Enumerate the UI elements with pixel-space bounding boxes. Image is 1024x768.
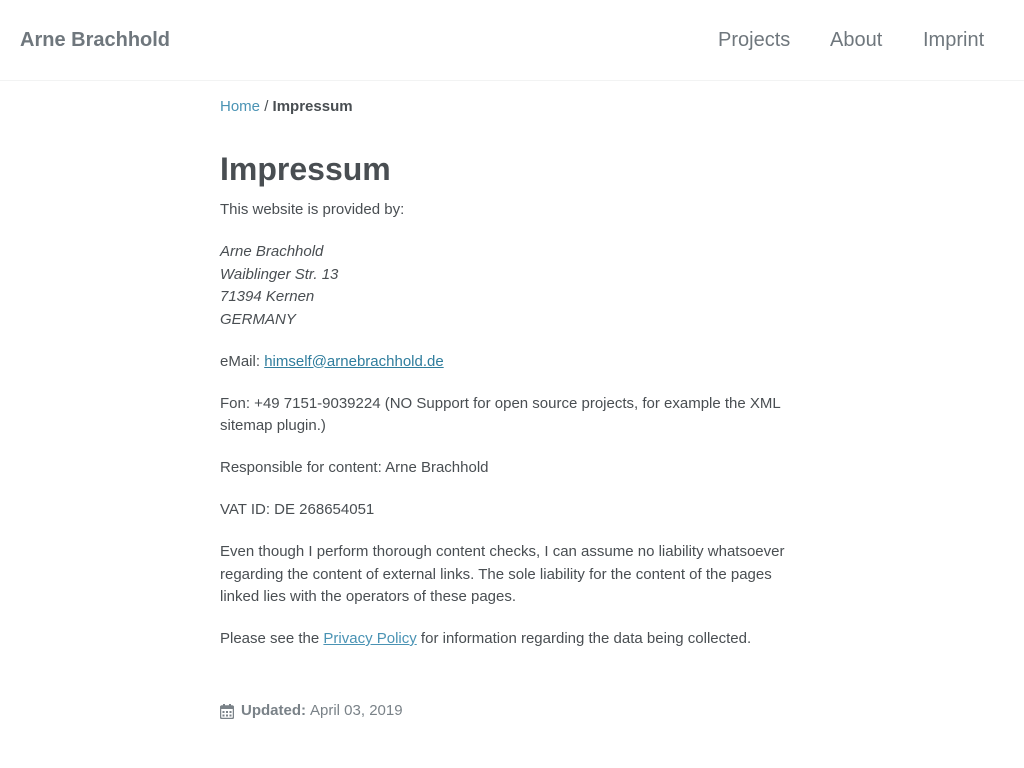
address-street: Waiblinger Str. 13 [220, 265, 339, 283]
updated-meta: Updated: April 03, 2019 [220, 701, 403, 721]
breadcrumb-separator: / [264, 98, 269, 115]
nav-link-about[interactable]: About [830, 29, 882, 51]
address-block: Arne Brachhold Waiblinger Str. 13 71394 … [220, 241, 800, 331]
masthead: Arne Brachhold Projects About Imprint [0, 0, 1024, 81]
calendar-icon [220, 703, 234, 719]
address-country: GERMANY [220, 310, 296, 328]
address-name: Arne Brachhold [220, 243, 324, 260]
address-city: 71394 Kernen [220, 288, 315, 305]
intro-text: This website is provided by: [220, 201, 405, 218]
nav-link-projects[interactable]: Projects [718, 29, 790, 51]
privacy-line: Please see the Privacy Policy for inform… [220, 628, 800, 651]
privacy-policy-link[interactable]: Privacy Policy [323, 630, 416, 647]
updated-date: April 03, 2019 [310, 702, 403, 719]
email-line: eMail: himself@arnebrachhold.de [220, 351, 800, 374]
breadcrumb: Home / Impressum [220, 97, 353, 116]
privacy-prefix: Please see the [220, 630, 324, 647]
vat-line: VAT ID: DE 268654051 [220, 501, 375, 518]
email-link[interactable]: himself@arnebrachhold.de [264, 353, 444, 370]
page-content: This website is provided by: Arne Brachh… [220, 199, 800, 670]
page-title: Impressum [220, 151, 391, 187]
updated-label: Updated: [241, 702, 306, 719]
privacy-suffix: for information regarding the data being… [416, 630, 752, 647]
disclaimer-text: Even though I perform thorough content c… [220, 543, 785, 605]
breadcrumb-current: Impressum [272, 98, 353, 115]
nav-link-imprint[interactable]: Imprint [923, 29, 984, 51]
breadcrumb-home-link[interactable]: Home [220, 98, 260, 115]
phone-line: Fon: +49 7151-9039224 (NO Support for op… [220, 394, 781, 435]
site-title-link[interactable]: Arne Brachhold [20, 29, 170, 51]
responsible-line: Responsible for content: Arne Brachhold [220, 459, 489, 476]
email-label: eMail: [220, 352, 265, 370]
